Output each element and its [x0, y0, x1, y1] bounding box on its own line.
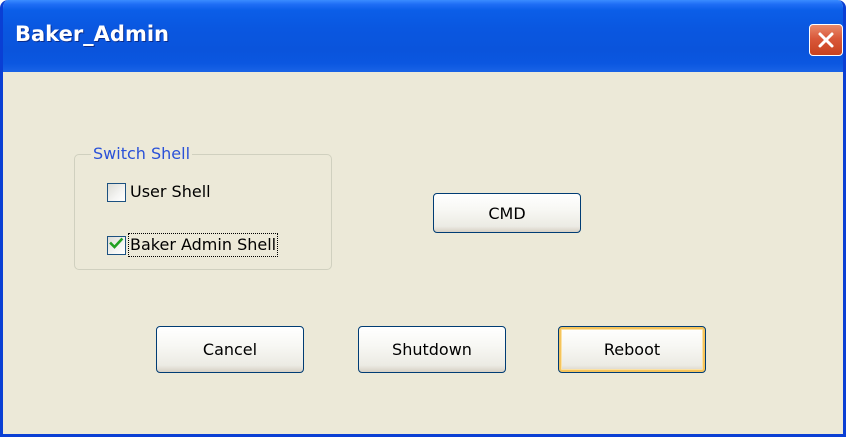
user-shell-checkbox[interactable] — [107, 182, 126, 202]
user-shell-label[interactable]: User Shell — [130, 182, 211, 202]
cancel-button[interactable]: Cancel — [156, 326, 304, 373]
close-button[interactable] — [809, 24, 843, 56]
baker-admin-shell-option[interactable]: Baker Admin Shell — [107, 233, 279, 257]
reboot-button[interactable]: Reboot — [558, 326, 706, 373]
baker-admin-shell-checkbox[interactable] — [107, 235, 126, 255]
window-title: Baker_Admin — [15, 22, 169, 46]
close-icon — [817, 31, 835, 49]
baker-admin-shell-label[interactable]: Baker Admin Shell — [127, 233, 279, 257]
checkmark-icon — [109, 236, 124, 255]
switch-shell-legend: Switch Shell — [91, 144, 193, 164]
user-shell-option[interactable]: User Shell — [107, 182, 211, 202]
cmd-button[interactable]: CMD — [433, 193, 581, 233]
shutdown-button[interactable]: Shutdown — [358, 326, 506, 373]
title-bar[interactable]: Baker_Admin — [3, 0, 843, 72]
dialog-window: Baker_Admin Switch Shell User Shell Bake… — [0, 0, 846, 437]
